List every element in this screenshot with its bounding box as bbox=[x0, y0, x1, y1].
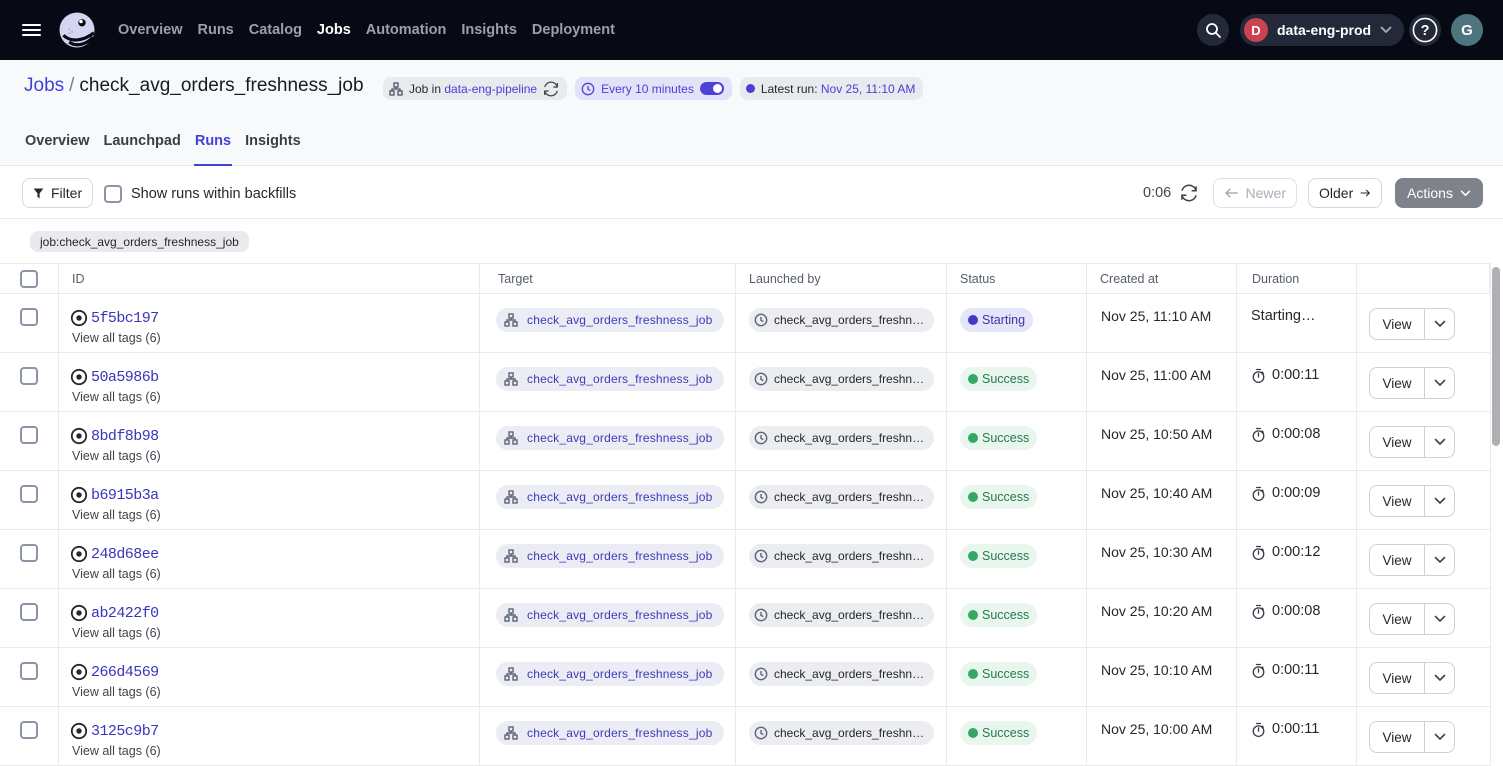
svg-text:?: ? bbox=[1421, 23, 1430, 39]
